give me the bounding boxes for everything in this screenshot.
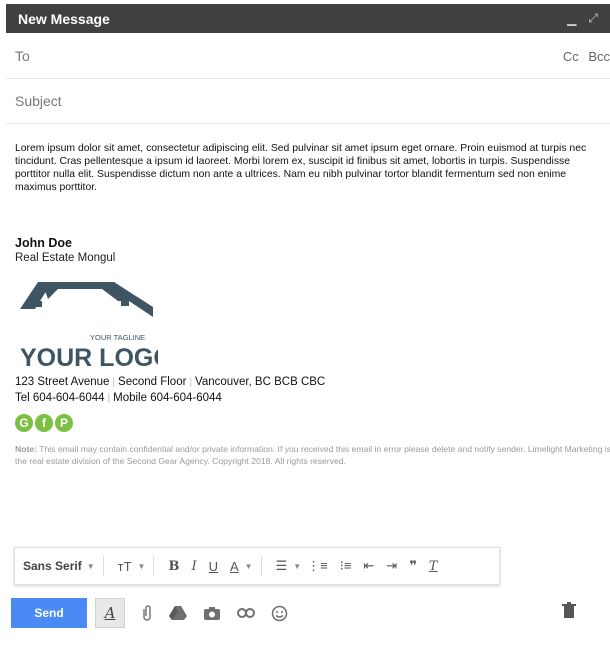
company-logo: YOUR TAGLINE YOUR LOGO [20,282,158,369]
separator: | [189,377,193,388]
subject-field[interactable]: Subject [6,79,610,124]
send-button[interactable]: Send [11,598,87,628]
minimize-icon[interactable]: ▁ [567,12,576,26]
cc-link[interactable]: Cc [563,49,579,64]
mobile-number: Mobile 604-604-6044 [113,391,222,404]
formatting-options-button[interactable]: A [95,598,125,628]
social-icons: G f P [15,414,73,432]
address-floor: Second Floor [118,376,187,388]
insert-photo-icon[interactable] [203,606,221,621]
bcc-link[interactable]: Bcc [588,49,610,64]
attach-icon[interactable] [141,604,153,622]
bold-button[interactable]: B [168,559,179,574]
logo-window-left [36,301,42,307]
compose-bottom-bar: Send A [6,590,610,636]
expand-icon[interactable]: ⤢ [588,11,598,26]
tel-number: Tel 604-604-6044 [15,391,105,404]
font-family-select[interactable]: Sans Serif [23,559,82,573]
to-field[interactable]: To Cc Bcc [6,34,610,79]
signature-disclaimer: Note: This email may contain confidentia… [15,444,610,467]
divider [153,556,155,576]
signature-address: 123 Street Avenue | Second Floor | Vancouver… [15,375,325,406]
address-street: 123 Street Avenue [15,376,110,388]
divider [102,556,104,576]
message-body[interactable]: Lorem ipsum dolor sit amet, consectetur … [15,142,605,194]
separator: | [107,392,111,404]
font-size-icon[interactable]: тT [118,559,132,574]
compose-titlebar: New Message ▁ ⤢ [6,4,610,33]
chevron-down-icon[interactable]: ▼ [138,562,146,571]
subject-placeholder: Subject [15,93,62,109]
bulleted-list-icon[interactable]: ⁝≡ [340,558,352,574]
signature-name: John Doe [15,236,72,250]
italic-button[interactable]: I [191,559,196,574]
logo-tagline: YOUR TAGLINE [90,333,145,342]
formatting-toolbar: Sans Serif ▼ тT ▼ B I U A ▼ ☰ ▼ ⋮≡ ⁝≡ ⇤ … [14,547,500,585]
signature-title: Real Estate Mongul [15,252,116,264]
divider [260,556,262,576]
to-label: To [15,48,30,64]
note-text: This email may contain confidential and/… [15,444,610,466]
quote-icon[interactable]: ❞ [409,558,417,574]
address-city: Vancouver, BC BCB CBC [195,376,326,388]
underline-button[interactable]: U [209,559,218,574]
google-plus-icon[interactable]: G [15,414,33,432]
logo-text: YOUR LOGO [20,344,158,369]
pinterest-icon[interactable]: P [55,414,73,432]
discard-draft-icon[interactable] [562,602,576,624]
numbered-list-icon[interactable]: ⋮≡ [307,558,328,574]
insert-link-icon[interactable] [237,608,255,618]
text-color-button[interactable]: A [230,559,239,574]
emoji-icon[interactable] [271,605,288,622]
logo-window-right [121,299,129,306]
remove-formatting-icon[interactable]: T [429,559,438,574]
indent-more-icon[interactable]: ⇥ [386,558,397,574]
note-label: Note: [15,444,37,454]
cc-bcc-links: Cc Bcc [557,49,610,64]
indent-less-icon[interactable]: ⇤ [363,558,374,574]
align-icon[interactable]: ☰ [276,558,288,574]
chevron-down-icon[interactable]: ▼ [87,562,95,571]
facebook-icon[interactable]: f [35,414,53,432]
window-title: New Message [18,10,110,27]
separator: | [112,377,116,388]
drive-icon[interactable] [169,605,187,621]
chevron-down-icon[interactable]: ▼ [245,562,253,571]
chevron-down-icon[interactable]: ▼ [293,562,301,571]
